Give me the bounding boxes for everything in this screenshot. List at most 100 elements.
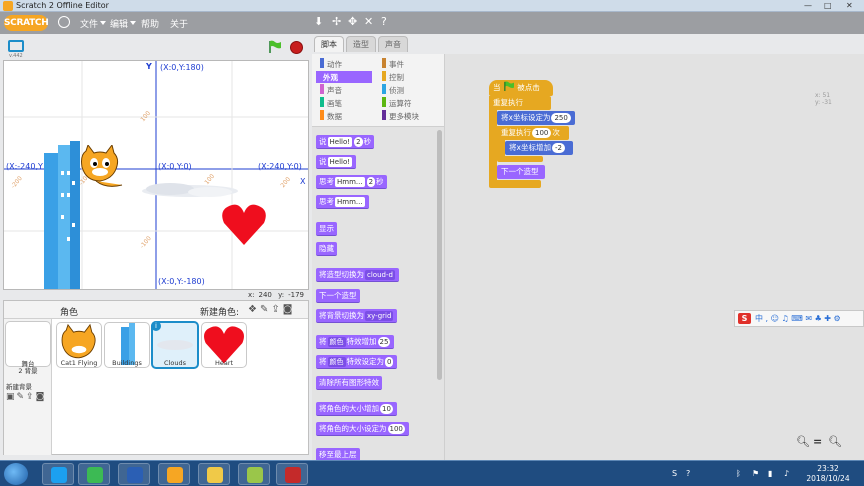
tray-network-icon[interactable]: ▮ <box>768 469 772 478</box>
backdrop-upload-icon[interactable]: ⇪ <box>26 392 36 402</box>
scratch-logo[interactable]: SCRATCH <box>4 15 49 31</box>
taskbar-media-player[interactable] <box>78 463 110 485</box>
effect-dropdown[interactable]: 颜色 <box>327 357 346 367</box>
next-costume-block[interactable]: 下一个造型 <box>497 165 545 179</box>
menu-file[interactable]: 文件 <box>80 17 98 30</box>
zoom-reset-icon[interactable]: = <box>813 435 822 448</box>
block-change-effect[interactable]: 将颜色 特效增加 25 <box>316 335 395 349</box>
category-sound[interactable]: 声音 <box>316 84 342 96</box>
menu-edit[interactable]: 编辑 <box>110 17 128 30</box>
block-input[interactable]: 2 <box>354 137 363 147</box>
block-clear-effects[interactable]: 清除所有图形特效 <box>316 376 382 390</box>
language-globe-icon[interactable] <box>58 16 70 28</box>
block-input[interactable]: Hello! <box>327 157 353 167</box>
block-input[interactable]: 100 <box>387 424 405 434</box>
backdrop-dropdown[interactable]: xy-grid <box>365 311 394 321</box>
heart-sprite[interactable] <box>220 201 268 249</box>
taskbar-explorer[interactable] <box>198 463 230 485</box>
tab-scripts[interactable]: 脚本 <box>314 36 344 52</box>
maximize-icon[interactable]: □ <box>824 1 832 10</box>
category-pen[interactable]: 画笔 <box>316 97 342 109</box>
block-set-size[interactable]: 将角色的大小设定为 100 <box>316 422 409 436</box>
block-input[interactable]: 10 <box>380 404 393 414</box>
block-change-size[interactable]: 将角色的大小增加 10 <box>316 402 397 416</box>
shrink-icon[interactable]: ✕ <box>364 16 373 28</box>
taskbar-ie[interactable] <box>42 463 74 485</box>
costume-dropdown[interactable]: cloud-d <box>365 270 395 280</box>
block-say[interactable]: 说 Hello! <box>316 155 357 169</box>
tray-bluetooth-icon[interactable]: ᛒ <box>736 469 741 478</box>
stop-icon[interactable] <box>290 41 303 54</box>
grow-icon[interactable]: ✥ <box>348 16 357 28</box>
cat-flying-sprite[interactable] <box>76 145 124 189</box>
category-more-blocks[interactable]: 更多模块 <box>378 110 419 122</box>
block-input[interactable]: 25 <box>377 337 391 347</box>
block-say-for-secs[interactable]: 说 Hello! 2 秒 <box>316 135 375 149</box>
category-events[interactable]: 事件 <box>378 58 404 70</box>
ime-tools-icons[interactable]: , ☺ ♫ ⌨ ✉ ♣ ✚ ⚙ <box>766 314 841 323</box>
green-flag-icon[interactable] <box>268 40 282 54</box>
tray-sogou-icon[interactable]: S <box>672 469 677 478</box>
block-think-for-secs[interactable]: 思考 Hmm... 2 秒 <box>316 175 387 189</box>
block-think[interactable]: 思考 Hmm... <box>316 195 369 209</box>
camera-icon[interactable]: ◙ <box>283 304 296 315</box>
clock[interactable]: 23:32 2018/10/24 <box>806 464 850 484</box>
category-looks[interactable]: 外观 <box>316 71 372 83</box>
effect-dropdown[interactable]: 颜色 <box>327 337 346 347</box>
block-input[interactable]: 250 <box>551 113 571 123</box>
block-switch-backdrop[interactable]: 将背景切换为 xy-grid <box>316 309 398 323</box>
block-go-to-front[interactable]: 移至最上层 <box>316 448 360 460</box>
category-data[interactable]: 数据 <box>316 110 342 122</box>
set-x-block[interactable]: 将x坐标设定为 250 <box>497 111 575 125</box>
change-x-block[interactable]: 将x坐标增加 -2 <box>505 141 573 155</box>
repeat-block[interactable]: 重复执行 100 次 <box>497 126 569 140</box>
upload-icon[interactable]: ⇪ <box>271 304 282 315</box>
block-input[interactable]: Hmm... <box>335 177 365 187</box>
tab-sounds[interactable]: 声音 <box>378 36 408 52</box>
sprite-info-icon[interactable]: i <box>151 321 161 331</box>
block-next-costume[interactable]: 下一个造型 <box>316 289 360 303</box>
block-input[interactable]: 100 <box>532 128 552 138</box>
tray-volume-icon[interactable]: ♪ <box>784 469 789 478</box>
stamp-duplicate-icon[interactable]: ⬇ <box>314 16 323 28</box>
clouds-sprite[interactable] <box>140 179 240 203</box>
tray-flag-icon[interactable]: ⚑ <box>752 469 759 478</box>
block-input[interactable]: Hello! <box>327 137 353 147</box>
block-show[interactable]: 显示 <box>316 222 337 236</box>
block-input[interactable]: 0 <box>385 357 394 367</box>
ime-logo-icon[interactable]: S <box>738 313 751 324</box>
palette-scrollbar[interactable] <box>437 130 442 380</box>
backdrop-paint-icon[interactable]: ✎ <box>17 392 27 402</box>
close-icon[interactable]: ✕ <box>846 1 853 10</box>
script-area[interactable]: 当 被点击 重复执行 将x坐标设定为 250 重复执行 100 次 将x坐标增加 -2 … <box>444 54 864 460</box>
block-input[interactable]: -2 <box>551 143 565 153</box>
category-control[interactable]: 控制 <box>378 71 404 83</box>
taskbar-scratch[interactable] <box>158 463 190 485</box>
block-input[interactable]: Hmm... <box>335 197 365 207</box>
stage-canvas[interactable]: Y X (X:0,Y:180) (X:-240,Y (X:0,Y:0) (X:2… <box>3 60 309 290</box>
tray-help-icon[interactable]: ? <box>686 469 690 478</box>
menu-about[interactable]: 关于 <box>170 17 188 30</box>
category-motion[interactable]: 动作 <box>316 58 342 70</box>
minimize-icon[interactable]: — <box>804 1 812 10</box>
taskbar-word[interactable] <box>118 463 150 485</box>
when-flag-clicked-block[interactable]: 当 被点击 <box>489 80 553 96</box>
block-input[interactable]: 2 <box>366 177 376 187</box>
taskbar-app-red[interactable] <box>276 463 308 485</box>
category-sensing[interactable]: 侦测 <box>378 84 404 96</box>
block-set-effect[interactable]: 将颜色 特效设定为 0 <box>316 355 398 369</box>
taskbar-app-green[interactable] <box>238 463 270 485</box>
block-switch-costume[interactable]: 将造型切换为 cloud-d <box>316 268 399 282</box>
paint-brush-icon[interactable]: ✎ <box>260 304 271 315</box>
block-hide[interactable]: 隐藏 <box>316 242 337 256</box>
forever-block[interactable]: 重复执行 <box>489 96 551 110</box>
start-button[interactable] <box>4 463 28 485</box>
zoom-in-icon[interactable]: 🔍︎ <box>828 435 842 448</box>
tab-costumes[interactable]: 造型 <box>346 36 376 52</box>
fullscreen-icon[interactable] <box>8 40 24 52</box>
ime-chinese-mode[interactable]: 中 <box>755 314 763 323</box>
backdrop-camera-icon[interactable]: ◙ <box>36 392 47 402</box>
library-icon[interactable]: ❖ <box>248 304 260 315</box>
backdrop-library-icon[interactable]: ▣ <box>6 392 17 402</box>
cut-delete-icon[interactable]: ✢ <box>332 16 341 28</box>
